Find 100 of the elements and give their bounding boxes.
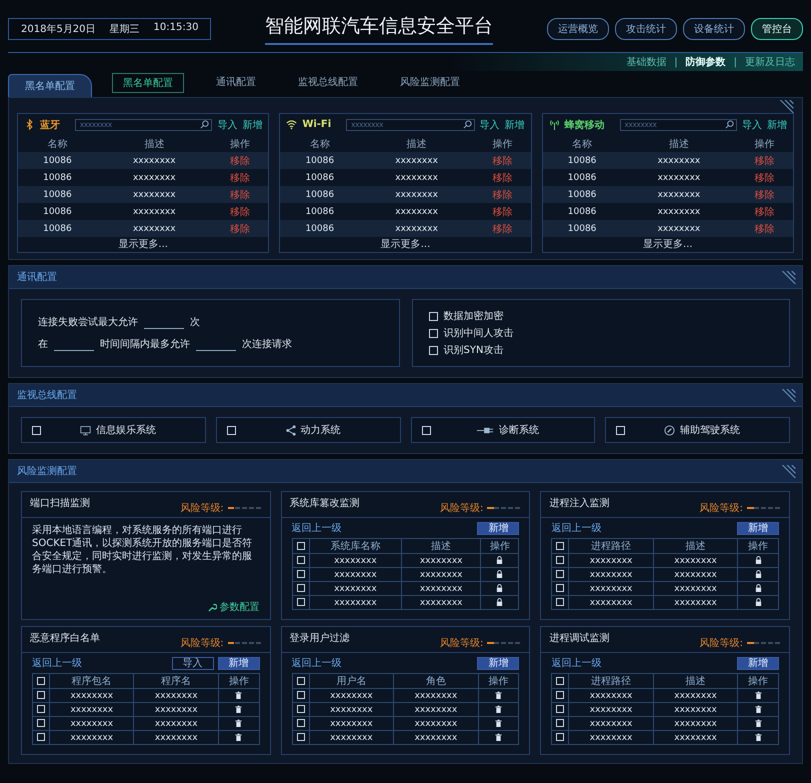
checkbox[interactable]	[226, 426, 236, 434]
config-tab[interactable]: 通讯配置	[206, 73, 266, 93]
trash-icon[interactable]	[494, 690, 502, 700]
lock-icon[interactable]	[496, 570, 504, 579]
action-link[interactable]: 导入	[217, 118, 238, 132]
checkbox[interactable]	[556, 719, 564, 728]
trash-icon[interactable]	[494, 704, 502, 714]
checkbox[interactable]	[556, 584, 564, 592]
system-option[interactable]: 信息娱乐系统	[21, 417, 206, 443]
show-more-link[interactable]: 显示更多...	[118, 239, 168, 250]
nav-tab[interactable]: 管控台	[751, 18, 803, 40]
checkbox[interactable]	[556, 691, 564, 700]
checkbox[interactable]	[296, 584, 305, 592]
checkbox[interactable]	[428, 346, 438, 354]
checkbox[interactable]	[296, 719, 305, 728]
lock-icon[interactable]	[754, 598, 762, 607]
remove-link[interactable]: 移除	[230, 206, 250, 218]
checkbox[interactable]	[37, 719, 45, 728]
page-title: 智能网联汽车信息安全平台	[265, 13, 494, 45]
checkbox[interactable]	[556, 733, 564, 742]
back-link[interactable]: 返回上一级	[292, 521, 342, 535]
checkbox[interactable]	[296, 676, 305, 685]
card-button[interactable]: 新增	[737, 656, 779, 670]
trash-icon[interactable]	[235, 718, 242, 728]
checkbox[interactable]	[296, 570, 305, 578]
checkbox[interactable]	[37, 676, 45, 685]
section-tab[interactable]: 黑名单配置	[8, 74, 92, 97]
checkbox[interactable]	[428, 312, 438, 320]
action-link[interactable]: 新增	[504, 118, 525, 132]
action-link[interactable]: 导入	[742, 118, 762, 132]
back-link[interactable]: 返回上一级	[32, 656, 82, 670]
lock-icon[interactable]	[754, 584, 762, 593]
lock-icon[interactable]	[496, 598, 504, 607]
checkbox[interactable]	[296, 598, 305, 606]
checkbox[interactable]	[296, 556, 305, 564]
checkbox[interactable]	[296, 733, 305, 742]
checkbox[interactable]	[296, 691, 305, 700]
checkbox[interactable]	[556, 676, 564, 685]
sub-nav-link[interactable]: 基础数据	[626, 55, 666, 69]
action-link[interactable]: 新增	[766, 118, 787, 132]
lock-icon[interactable]	[754, 556, 762, 565]
system-option[interactable]: 动力系统	[216, 417, 400, 443]
show-more-link[interactable]: 显示更多...	[643, 239, 693, 250]
trash-icon[interactable]	[754, 690, 762, 700]
checkbox[interactable]	[556, 705, 564, 714]
card-button[interactable]: 导入	[172, 656, 214, 670]
trash-icon[interactable]	[754, 718, 762, 728]
sub-nav-link[interactable]: 更新及日志	[745, 55, 795, 69]
checkbox[interactable]	[556, 542, 564, 550]
back-link[interactable]: 返回上一级	[551, 521, 602, 535]
card-button[interactable]: 新增	[477, 656, 520, 670]
action-link[interactable]: 新增	[242, 118, 262, 132]
checkbox[interactable]	[296, 705, 305, 714]
checkbox[interactable]	[37, 733, 45, 742]
checkbox[interactable]	[37, 691, 45, 700]
config-tab[interactable]: 黑名单配置	[112, 73, 184, 93]
checkbox[interactable]	[556, 570, 564, 578]
card-button[interactable]: 新增	[477, 522, 520, 534]
nav-tab[interactable]: 运营概览	[547, 18, 609, 40]
back-link[interactable]: 返回上一级	[292, 656, 342, 670]
sub-nav-link[interactable]: 防御参数	[686, 55, 726, 69]
trash-icon[interactable]	[494, 718, 502, 728]
remove-link[interactable]: 移除	[754, 172, 775, 184]
checkbox[interactable]	[556, 556, 564, 564]
card-button[interactable]: 新增	[218, 656, 260, 670]
trash-icon[interactable]	[235, 732, 242, 742]
settings-link[interactable]: 参数配置	[208, 600, 260, 614]
lock-icon[interactable]	[496, 556, 504, 565]
lock-icon[interactable]	[496, 584, 504, 593]
trash-icon[interactable]	[235, 690, 242, 700]
checkbox[interactable]	[428, 328, 438, 338]
trash-icon[interactable]	[494, 732, 502, 742]
checkbox[interactable]	[296, 542, 305, 550]
search-field[interactable]: xxxxxxxx	[620, 118, 737, 130]
lock-icon[interactable]	[754, 570, 762, 579]
back-link[interactable]: 返回上一级	[551, 656, 602, 670]
remove-link[interactable]: 移除	[754, 206, 775, 218]
system-option[interactable]: 诊断系统	[410, 417, 596, 443]
checkbox[interactable]	[32, 426, 41, 434]
checkbox[interactable]	[422, 426, 430, 434]
trash-icon[interactable]	[235, 704, 242, 714]
search-field[interactable]: xxxxxxxx	[75, 118, 212, 130]
remove-link[interactable]: 移除	[492, 172, 512, 184]
trash-icon[interactable]	[754, 704, 762, 714]
nav-tab[interactable]: 设备统计	[683, 18, 745, 40]
search-field[interactable]: xxxxxxxx	[346, 118, 475, 130]
show-more-link[interactable]: 显示更多...	[380, 239, 430, 250]
trash-icon[interactable]	[754, 732, 762, 742]
system-option[interactable]: 辅助驾驶系统	[605, 417, 790, 443]
config-tab[interactable]: 风险监测配置	[390, 73, 470, 93]
card-button[interactable]: 新增	[737, 522, 779, 534]
remove-link[interactable]: 移除	[230, 172, 250, 184]
checkbox[interactable]	[556, 598, 564, 606]
action-link[interactable]: 导入	[480, 118, 500, 132]
table-cell: xxxxxxxx	[568, 688, 654, 702]
remove-link[interactable]: 移除	[492, 206, 512, 218]
nav-tab[interactable]: 攻击统计	[615, 18, 677, 40]
config-tab[interactable]: 监视总线配置	[288, 73, 368, 93]
checkbox[interactable]	[37, 705, 45, 714]
checkbox[interactable]	[616, 426, 626, 434]
